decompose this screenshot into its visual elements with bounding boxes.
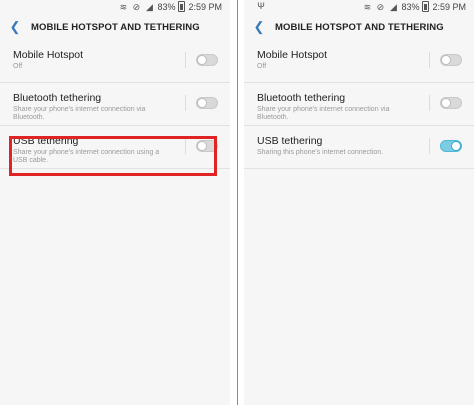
mute-icon: ⊘ — [132, 1, 141, 12]
page-title: MOBILE HOTSPOT AND TETHERING — [31, 21, 200, 33]
mobile-hotspot-toggle[interactable] — [440, 54, 462, 66]
row-subtitle: Off — [13, 63, 23, 70]
app-bar: ❮ MOBILE HOTSPOT AND TETHERING — [0, 14, 230, 40]
bluetooth-tethering-toggle[interactable] — [196, 97, 218, 109]
status-icons: ≋ ⊘ ◢ 83% 2:59 PM — [362, 1, 466, 12]
row-separator — [185, 95, 186, 111]
signal-icon: ◢ — [389, 1, 397, 12]
row-subtitle: Share your phone's internet connection v… — [13, 106, 146, 121]
status-bar: Ψ ≋ ⊘ ◢ 83% 2:59 PM — [244, 0, 474, 14]
status-icons: ≋ ⊘ ◢ 83% 2:59 PM — [118, 1, 222, 12]
usb-tethering-toggle[interactable] — [440, 140, 462, 152]
signal-icon: ◢ — [145, 1, 153, 12]
row-subtitle: Sharing this phone's internet connection… — [257, 149, 384, 156]
status-bar: ≋ ⊘ ◢ 83% 2:59 PM — [0, 0, 230, 14]
highlight-box — [9, 136, 217, 176]
row-title: Bluetooth tethering — [13, 92, 102, 104]
toggle-knob — [441, 98, 451, 108]
row-title: USB tethering — [257, 135, 323, 147]
mobile-hotspot-toggle[interactable] — [196, 54, 218, 66]
toggle-knob — [451, 141, 461, 151]
wifi-icon: ≋ — [363, 1, 372, 12]
setting-row-bluetooth-tethering[interactable]: Bluetooth tethering Share your phone's i… — [0, 83, 230, 126]
toggle-knob — [197, 55, 207, 65]
battery-percent: 83% — [157, 1, 176, 12]
usb-icon: Ψ — [257, 1, 265, 11]
notification-icons: Ψ — [256, 1, 266, 11]
back-arrow-icon[interactable]: ❮ — [8, 19, 22, 35]
battery-percent: 83% — [401, 1, 420, 12]
battery-icon — [422, 1, 430, 12]
row-separator — [429, 52, 430, 68]
row-separator — [429, 138, 430, 154]
setting-row-usb-tethering[interactable]: USB tethering Sharing this phone's inter… — [244, 126, 474, 169]
screen-divider — [237, 0, 238, 405]
row-subtitle: Off — [257, 63, 267, 70]
battery-icon — [178, 1, 186, 12]
setting-row-bluetooth-tethering[interactable]: Bluetooth tethering Share your phone's i… — [244, 83, 474, 126]
mute-icon: ⊘ — [376, 1, 385, 12]
status-time: 2:59 PM — [432, 1, 466, 12]
wifi-icon: ≋ — [119, 1, 128, 12]
app-bar: ❮ MOBILE HOTSPOT AND TETHERING — [244, 14, 474, 40]
screen-after: Ψ ≋ ⊘ ◢ 83% 2:59 PM ❮ MOBILE HOTSPOT AND… — [244, 0, 474, 405]
row-title: Mobile Hotspot — [13, 49, 84, 61]
row-title: Bluetooth tethering — [257, 92, 346, 104]
status-time: 2:59 PM — [188, 1, 222, 12]
row-subtitle: Share your phone's internet connection v… — [257, 106, 390, 121]
setting-row-mobile-hotspot[interactable]: Mobile Hotspot Off — [0, 40, 230, 83]
toggle-knob — [441, 55, 451, 65]
back-arrow-icon[interactable]: ❮ — [252, 19, 266, 35]
page-title: MOBILE HOTSPOT AND TETHERING — [275, 21, 444, 33]
row-title: Mobile Hotspot — [257, 49, 328, 61]
setting-row-mobile-hotspot[interactable]: Mobile Hotspot Off — [244, 40, 474, 83]
row-separator — [429, 95, 430, 111]
row-separator — [185, 52, 186, 68]
screen-before: ≋ ⊘ ◢ 83% 2:59 PM ❮ MOBILE HOTSPOT AND T… — [0, 0, 230, 405]
bluetooth-tethering-toggle[interactable] — [440, 97, 462, 109]
toggle-knob — [197, 98, 207, 108]
